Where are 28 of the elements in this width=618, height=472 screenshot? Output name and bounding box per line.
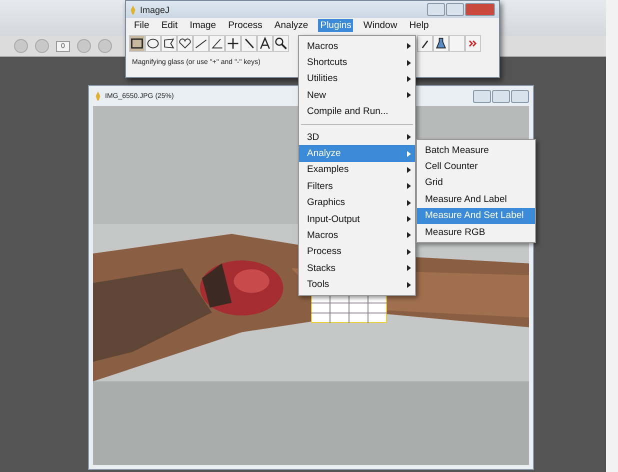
menu-item[interactable]: Process bbox=[299, 244, 415, 260]
menu-item[interactable]: Examples bbox=[299, 162, 415, 178]
menu-item[interactable]: Help bbox=[407, 19, 431, 32]
menu-item[interactable]: Image bbox=[188, 19, 218, 32]
menu-item[interactable]: Measure And Set Label bbox=[417, 208, 535, 224]
menu-item[interactable]: Window bbox=[361, 19, 400, 32]
menu-item[interactable]: Plugins bbox=[318, 19, 354, 32]
menu-item[interactable]: Cell Counter bbox=[417, 158, 535, 175]
menu-item[interactable]: Input-Output bbox=[299, 210, 415, 228]
menu-item[interactable]: Graphics bbox=[299, 194, 415, 211]
menu-item[interactable]: Analyze bbox=[272, 19, 310, 32]
menu-item[interactable]: Grid bbox=[417, 174, 535, 192]
menu-item[interactable]: Analyze bbox=[299, 145, 415, 162]
menu-item[interactable]: Macros bbox=[299, 227, 415, 244]
menu-item[interactable]: Filters bbox=[299, 178, 415, 195]
menu-item[interactable]: Process bbox=[226, 19, 264, 32]
menu-item[interactable]: Measure And Label bbox=[417, 191, 535, 208]
menu-item[interactable]: Edit bbox=[159, 19, 180, 32]
menu-item[interactable]: Batch Measure bbox=[417, 142, 535, 158]
menu-item[interactable]: New bbox=[299, 87, 415, 104]
menu-item[interactable]: 3D bbox=[299, 128, 415, 146]
window-title: ImageJ bbox=[140, 4, 170, 14]
menu-item[interactable]: Shortcuts bbox=[299, 54, 415, 71]
menu-item[interactable]: Tools bbox=[299, 276, 415, 293]
menu-item[interactable]: Compile and Run... bbox=[299, 104, 415, 120]
menu-item[interactable]: Measure RGB bbox=[417, 224, 535, 240]
menu-item[interactable]: File bbox=[132, 19, 152, 32]
menu-item[interactable]: Stacks bbox=[299, 260, 415, 276]
